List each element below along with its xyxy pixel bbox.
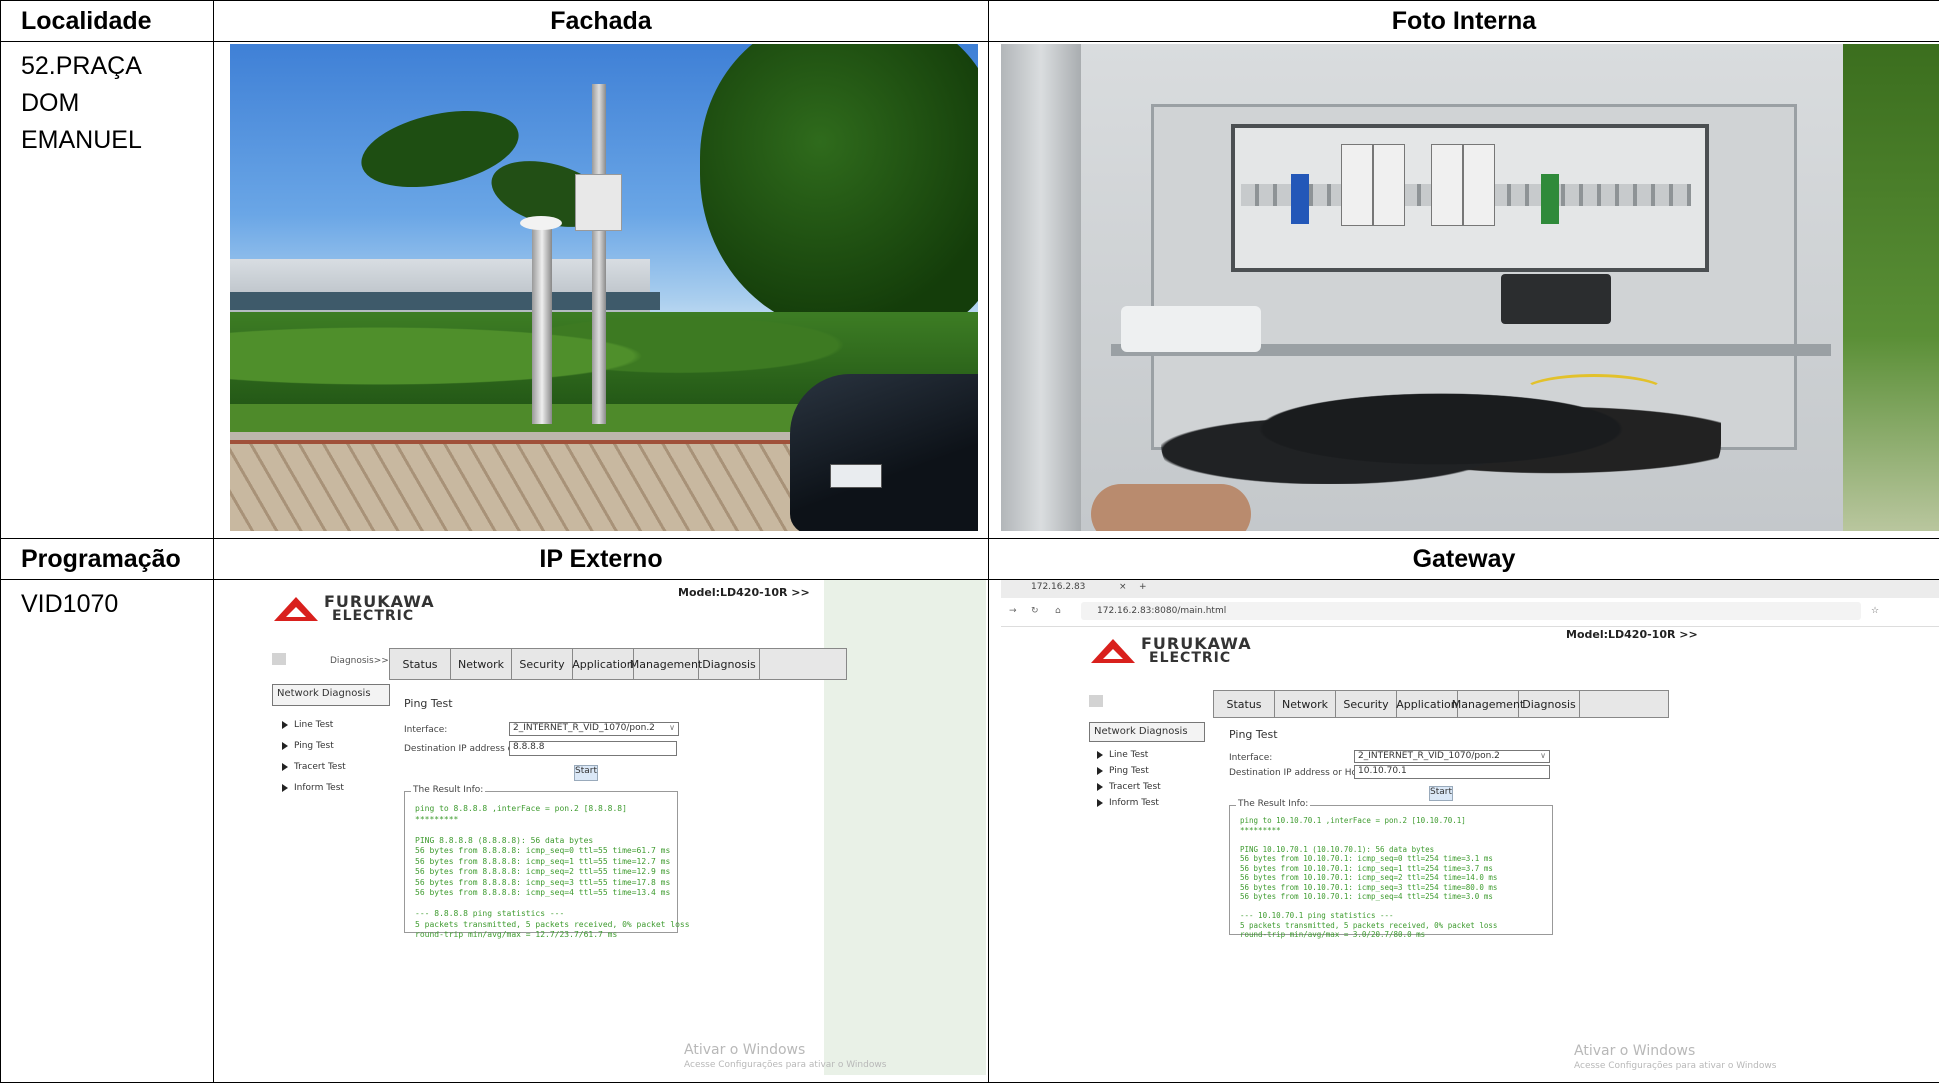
destination-input[interactable]: 8.8.8.8 xyxy=(509,741,677,756)
fachada-cell xyxy=(214,42,989,539)
result-box: The Result Info: ping to 10.10.70.1 ,int… xyxy=(1229,805,1553,935)
gateway-cell: 172.16.2.83 × + → ↻ ⌂ 172.16.2.83:8080/m… xyxy=(989,580,1939,1083)
home-icon[interactable] xyxy=(272,653,286,665)
header-localidade: Localidade xyxy=(1,1,214,42)
main-nav: Status Network Security Application Mana… xyxy=(1213,690,1669,718)
tab-security[interactable]: Security xyxy=(1336,691,1397,717)
tab-management[interactable]: Management xyxy=(1458,691,1519,717)
result-legend: The Result Info: xyxy=(1236,799,1310,809)
location-cell: 52.PRAÇA DOM EMANUEL xyxy=(1,42,214,539)
gateway-screenshot: 172.16.2.83 × + → ↻ ⌂ 172.16.2.83:8080/m… xyxy=(1001,580,1939,1075)
side-item-ping-test[interactable]: Ping Test xyxy=(282,741,334,751)
tab-management[interactable]: Management xyxy=(634,649,699,679)
destination-input[interactable]: 10.10.70.1 xyxy=(1354,765,1550,779)
chevron-down-icon: ∨ xyxy=(669,723,675,732)
side-item-inform-test[interactable]: Inform Test xyxy=(1097,798,1159,808)
caret-right-icon xyxy=(1097,751,1103,759)
browser-tab-title[interactable]: 172.16.2.83 xyxy=(1031,582,1085,592)
result-box: The Result Info: ping to 8.8.8.8 ,interF… xyxy=(404,791,678,933)
close-tab-icon[interactable]: × xyxy=(1119,582,1127,592)
caret-right-icon xyxy=(282,784,288,792)
interface-select[interactable]: 2_INTERNET_R_VID_1070/pon.2∨ xyxy=(509,722,679,736)
interface-label: Interface: xyxy=(404,725,447,735)
cabinet-photo xyxy=(1001,44,1939,531)
side-item-tracert-test[interactable]: Tracert Test xyxy=(1097,782,1161,792)
header-foto-interna: Foto Interna xyxy=(989,1,1939,42)
new-tab-icon[interactable]: + xyxy=(1139,582,1147,592)
caret-right-icon xyxy=(282,721,288,729)
tab-diagnosis[interactable]: Diagnosis xyxy=(699,649,760,679)
header-ip-externo: IP Externo xyxy=(214,539,989,580)
tab-status[interactable]: Status xyxy=(390,649,451,679)
header-programacao: Programação xyxy=(1,539,214,580)
side-item-ping-test[interactable]: Ping Test xyxy=(1097,766,1149,776)
side-header[interactable]: Network Diagnosis xyxy=(1089,722,1205,742)
tab-network[interactable]: Network xyxy=(451,649,512,679)
browser-tabstrip: 172.16.2.83 × + xyxy=(1001,580,1939,598)
header-gateway: Gateway xyxy=(989,539,1939,580)
tab-security[interactable]: Security xyxy=(512,649,573,679)
foto-interna-cell xyxy=(989,42,1939,539)
report-table: Localidade Fachada Foto Interna 52.PRAÇA… xyxy=(0,0,1939,1083)
caret-right-icon xyxy=(282,742,288,750)
windows-watermark-sub: Acesse Configurações para ativar o Windo… xyxy=(684,1060,886,1070)
location-line-2: DOM xyxy=(21,85,213,122)
location-line-1: 52.PRAÇA xyxy=(21,48,213,85)
side-header[interactable]: Network Diagnosis xyxy=(272,684,390,706)
star-icon[interactable]: ☆ xyxy=(1871,606,1879,616)
page-title: Ping Test xyxy=(404,697,453,710)
program-value: VID1070 xyxy=(21,586,213,623)
tab-network[interactable]: Network xyxy=(1275,691,1336,717)
fachada-photo xyxy=(230,44,978,531)
home-browser-icon[interactable]: ⌂ xyxy=(1055,606,1061,616)
result-legend: The Result Info: xyxy=(411,785,485,795)
header-fachada: Fachada xyxy=(214,1,989,42)
side-item-line-test[interactable]: Line Test xyxy=(282,720,333,730)
program-cell: VID1070 xyxy=(1,580,214,1083)
caret-right-icon xyxy=(282,763,288,771)
url-bar[interactable]: 172.16.2.83:8080/main.html xyxy=(1081,602,1861,620)
location-line-3: EMANUEL xyxy=(21,122,213,159)
windows-watermark: Ativar o Windows xyxy=(1574,1043,1695,1059)
tab-status[interactable]: Status xyxy=(1214,691,1275,717)
side-item-line-test[interactable]: Line Test xyxy=(1097,750,1148,760)
windows-watermark: Ativar o Windows xyxy=(684,1042,805,1058)
refresh-icon[interactable]: ↻ xyxy=(1031,606,1039,616)
model-label: Model:LD420-10R >> xyxy=(678,586,810,599)
back-icon[interactable]: → xyxy=(1009,606,1017,616)
tab-diagnosis[interactable]: Diagnosis xyxy=(1519,691,1580,717)
model-label: Model:LD420-10R >> xyxy=(1566,628,1698,641)
caret-right-icon xyxy=(1097,767,1103,775)
ip-externo-cell: FURUKAWAELECTRIC Model:LD420-10R >> Diag… xyxy=(214,580,989,1083)
interface-label: Interface: xyxy=(1229,753,1272,763)
caret-right-icon xyxy=(1097,783,1103,791)
caret-right-icon xyxy=(1097,799,1103,807)
furukawa-logo: FURUKAWAELECTRIC xyxy=(1091,636,1252,666)
chevron-down-icon: ∨ xyxy=(1540,751,1546,760)
tab-application[interactable]: Application xyxy=(573,649,634,679)
result-text: ping to 8.8.8.8 ,interFace = pon.2 [8.8.… xyxy=(415,804,690,941)
result-text: ping to 10.10.70.1 ,interFace = pon.2 [1… xyxy=(1240,816,1497,940)
side-item-inform-test[interactable]: Inform Test xyxy=(282,783,344,793)
page-title: Ping Test xyxy=(1229,728,1278,741)
start-button[interactable]: Start xyxy=(574,765,598,781)
main-nav: Status Network Security Application Mana… xyxy=(389,648,847,680)
windows-watermark-sub: Acesse Configurações para ativar o Windo… xyxy=(1574,1061,1776,1071)
furukawa-logo: FURUKAWAELECTRIC xyxy=(274,594,435,624)
start-button[interactable]: Start xyxy=(1429,786,1453,801)
home-icon[interactable] xyxy=(1089,695,1103,707)
interface-select[interactable]: 2_INTERNET_R_VID_1070/pon.2∨ xyxy=(1354,750,1550,763)
side-item-tracert-test[interactable]: Tracert Test xyxy=(282,762,346,772)
browser-toolbar: → ↻ ⌂ 172.16.2.83:8080/main.html ☆ xyxy=(1001,598,1939,627)
tab-application[interactable]: Application xyxy=(1397,691,1458,717)
ip-externo-screenshot: FURUKAWAELECTRIC Model:LD420-10R >> Diag… xyxy=(226,580,986,1075)
